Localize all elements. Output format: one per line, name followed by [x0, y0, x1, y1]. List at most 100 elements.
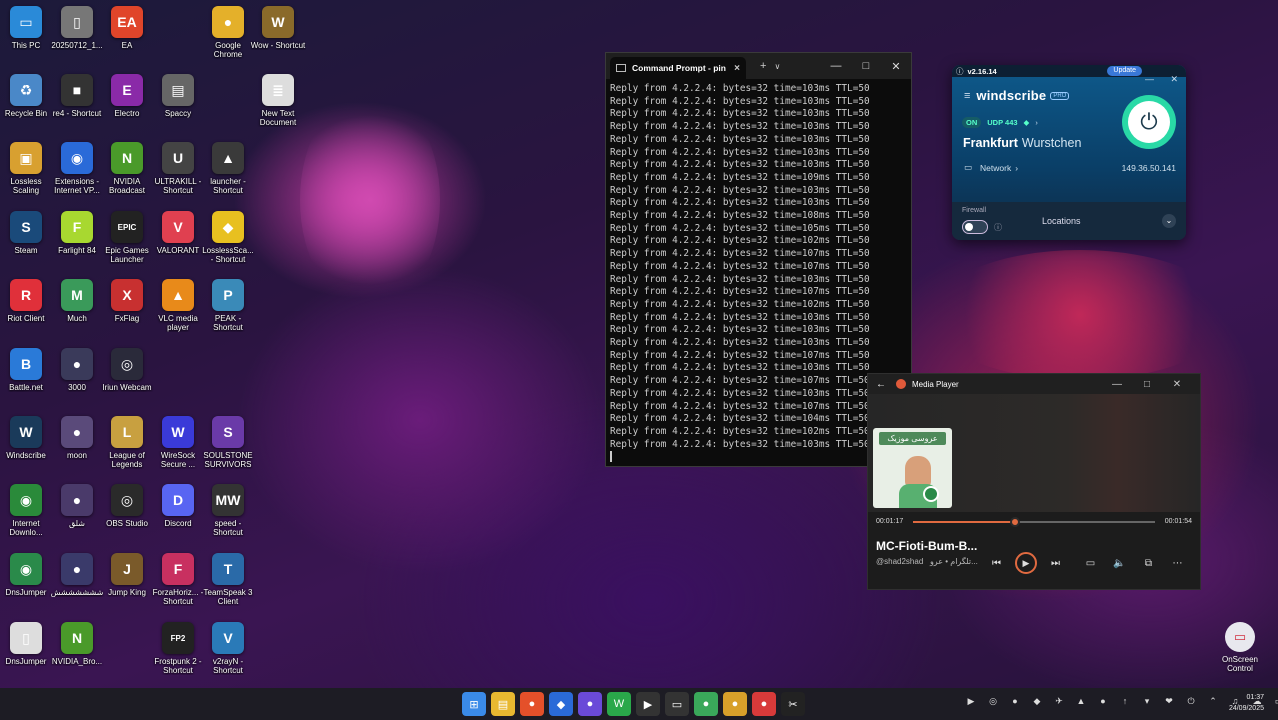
tray-icon[interactable]: ◎	[982, 696, 1004, 707]
desktop-icon[interactable]: L League of Legends	[101, 416, 153, 469]
desktop-icon[interactable]: ▯ DnsJumper	[0, 622, 52, 666]
seek-handle[interactable]	[1009, 516, 1020, 527]
cmd-titlebar[interactable]: Command Prompt - pin × + ∨ — □ ✕	[606, 53, 911, 79]
desktop-icon[interactable]: ◎ Iriun Webcam	[101, 348, 153, 392]
close-icon[interactable]: ✕	[881, 60, 911, 73]
tray-icon[interactable]: ▾	[1136, 696, 1158, 707]
info-icon[interactable]: ⓘ	[994, 222, 1002, 233]
minimize-icon[interactable]: —	[1102, 379, 1132, 390]
maximize-icon[interactable]: □	[851, 60, 881, 73]
desktop-icon[interactable]: M Much	[51, 279, 103, 323]
desktop-icon[interactable]: ● شلق	[51, 484, 103, 528]
desktop-icon[interactable]: ▲ launcher - Shortcut	[202, 142, 254, 195]
more-options-icon[interactable]: ⋯	[1163, 558, 1192, 569]
desktop-icon[interactable]: B Battle.net	[0, 348, 52, 392]
tray-icon[interactable]: ⌃	[1202, 696, 1224, 707]
file-explorer-icon[interactable]: ▤	[491, 692, 515, 716]
capcut-icon[interactable]: ✂	[781, 692, 805, 716]
desktop-icon[interactable]: F Farlight 84	[51, 211, 103, 255]
desktop-icon[interactable]: ● ششششششش	[51, 553, 103, 597]
desktop-icon[interactable]: ● moon	[51, 416, 103, 460]
tray-icon[interactable]: ▭	[1268, 696, 1278, 707]
desktop-icon[interactable]: ▲ VLC media player	[152, 279, 204, 332]
menu-icon[interactable]: ≡	[964, 90, 970, 102]
desktop-icon[interactable]: U ULTRAKILL - Shortcut	[152, 142, 204, 195]
desktop-icon[interactable]: ● Google Chrome	[202, 6, 254, 59]
windscribe-window[interactable]: ⓘ v2.16.14 Update — ✕ ≡ windscribe PRO ⏻…	[952, 65, 1186, 240]
desktop-icon[interactable]: S SOULSTONE SURVIVORS	[202, 416, 254, 469]
desktop-icon[interactable]: MW speed - Shortcut	[202, 484, 254, 537]
desktop-icon[interactable]: S Steam	[0, 211, 52, 255]
close-icon[interactable]: ✕	[1170, 74, 1178, 84]
desktop-icon[interactable]: ◉ Internet Downlo...	[0, 484, 52, 537]
previous-icon[interactable]: ⏮	[982, 558, 1011, 569]
cmd-tab[interactable]: Command Prompt - pin ×	[610, 57, 746, 79]
desktop-icon[interactable]: W WireSock Secure ...	[152, 416, 204, 469]
media-player-window[interactable]: ← Media Player — □ ✕ عروسی موزیک 00:01:1…	[867, 373, 1201, 590]
console-output[interactable]: Reply from 4.2.2.4: bytes=32 time=103ms …	[606, 79, 911, 467]
desktop-icon[interactable]: ▭ This PC	[0, 6, 52, 50]
new-tab-button[interactable]: +	[760, 60, 766, 72]
chevron-right-icon[interactable]: ›	[1015, 163, 1018, 173]
desktop-icon[interactable]: X FxFlag	[101, 279, 153, 323]
protocol-label[interactable]: UDP 443	[987, 118, 1017, 127]
desktop-icon[interactable]: V VALORANT	[152, 211, 204, 255]
desktop-icon[interactable]: ♻ Recycle Bin	[0, 74, 52, 118]
tray-icon[interactable]: ◆	[1026, 696, 1048, 707]
desktop-icon[interactable]: Vv2rayN - Shortcut	[202, 622, 254, 675]
seek-bar[interactable]	[913, 516, 1155, 527]
tab-dropdown-button[interactable]: ∨	[774, 62, 780, 71]
chevron-down-icon[interactable]: ⌄	[1162, 214, 1176, 228]
desktop-icon[interactable]: J Jump King	[101, 553, 153, 597]
chrome-icon[interactable]: ●	[520, 692, 544, 716]
desktop-icon[interactable]: ● 3000	[51, 348, 103, 392]
desktop-icon[interactable]: ▯ 20250712_1...	[51, 6, 103, 50]
desktop-icon[interactable]: W Windscribe	[0, 416, 52, 460]
desktop-icon[interactable]: W Wow - Shortcut	[251, 6, 305, 50]
desktop-icon[interactable]: ◎ OBS Studio	[101, 484, 153, 528]
start-icon[interactable]: ⊞	[462, 692, 486, 716]
desktop-icon[interactable]: ≣ New Text Document	[252, 74, 304, 127]
desktop-icon[interactable]: EPIC Epic Games Launcher	[101, 211, 153, 264]
messenger-icon[interactable]: ●	[578, 692, 602, 716]
desktop-icon[interactable]: N NVIDIA Broadcast	[101, 142, 153, 195]
tray-icon[interactable]: ●	[1092, 696, 1114, 707]
onscreen-control-shortcut[interactable]: ▭ OnScreen Control	[1218, 622, 1262, 673]
desktop-icon[interactable]: F ForzaHoriz... - Shortcut	[152, 553, 204, 606]
desktop-icon[interactable]: N NVIDIA_Bro...	[51, 622, 103, 666]
info-icon[interactable]: ⓘ	[956, 66, 964, 77]
whatsapp-icon[interactable]: W	[607, 692, 631, 716]
maximize-icon[interactable]: □	[1132, 379, 1162, 390]
chevron-right-icon[interactable]: ›	[1035, 118, 1038, 127]
tray-icon[interactable]: ▲	[1070, 696, 1092, 707]
browser-icon[interactable]: ●	[752, 692, 776, 716]
chrome-beta-icon[interactable]: ●	[723, 692, 747, 716]
desktop-icon[interactable]: D Discord	[152, 484, 204, 528]
media-player-icon[interactable]: ▶	[636, 692, 660, 716]
minimize-icon[interactable]: —	[821, 60, 851, 73]
cast-icon[interactable]: ⧉	[1134, 558, 1163, 569]
chrome-alt-icon[interactable]: ●	[694, 692, 718, 716]
media-player-titlebar[interactable]: ← Media Player — □ ✕	[868, 374, 1200, 394]
tray-icon[interactable]: ⏻	[1180, 696, 1202, 707]
app-icon[interactable]: ◆	[549, 692, 573, 716]
close-tab-icon[interactable]: ×	[734, 63, 740, 74]
volume-icon[interactable]: 🔈	[1105, 558, 1134, 569]
desktop-icon[interactable]: ▣ Lossless Scaling	[0, 142, 52, 195]
taskbar-clock[interactable]: 01:37 24/09/2025	[1229, 692, 1264, 714]
desktop-icon[interactable]: E Electro	[101, 74, 153, 118]
terminal-icon[interactable]: ▭	[665, 692, 689, 716]
desktop-icon[interactable]: T TeamSpeak 3 Client	[202, 553, 254, 606]
connect-power-button[interactable]: ⏻	[1122, 95, 1176, 149]
next-icon[interactable]: ⏭	[1041, 558, 1070, 569]
desktop-icon[interactable]: ◉ Extensions - Internet VP...	[51, 142, 103, 195]
desktop-icon[interactable]: ■ re4 - Shortcut	[51, 74, 103, 118]
tray-icon[interactable]: ❤	[1158, 696, 1180, 707]
close-icon[interactable]: ✕	[1162, 379, 1192, 390]
desktop-icon[interactable]: EA EA	[101, 6, 153, 50]
back-arrow-icon[interactable]: ←	[876, 379, 886, 390]
desktop-icon[interactable]: FP2 Frostpunk 2 - Shortcut	[152, 622, 204, 675]
desktop-icon[interactable]: ◉ DnsJumper	[0, 553, 52, 597]
command-prompt-window[interactable]: Command Prompt - pin × + ∨ — □ ✕ Reply f…	[605, 52, 912, 467]
desktop-icon[interactable]: R Riot Client	[0, 279, 52, 323]
